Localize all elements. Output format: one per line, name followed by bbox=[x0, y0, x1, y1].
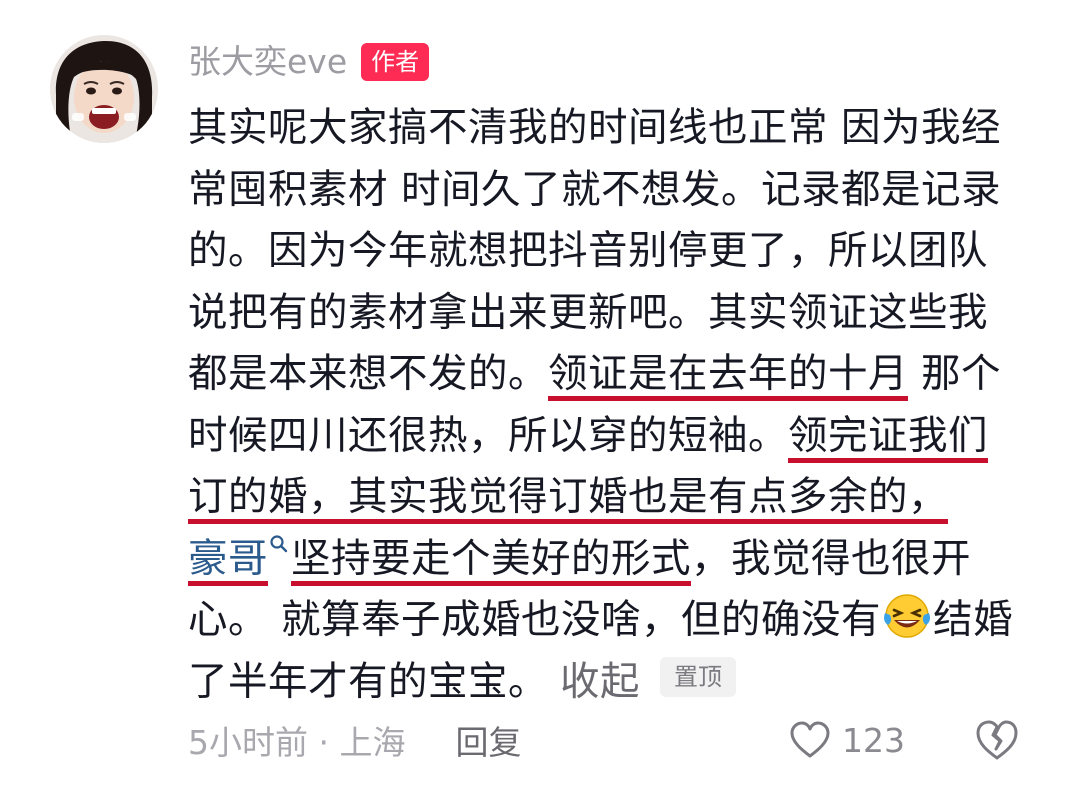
underlined-phrase: 领完证我们 bbox=[788, 412, 988, 459]
underlined-phrase: 订的婚，其实我觉得订婚也是有点多余的， bbox=[188, 474, 948, 520]
comment-line: 说把有的素材拿出来更新吧。其实领证这些我 bbox=[188, 283, 1068, 345]
author-badge: 作者 bbox=[361, 43, 430, 81]
comment-segment: 常囤积素材 时间久了就不想发。记录都是记录 bbox=[188, 166, 1002, 213]
broken-heart-icon bbox=[972, 714, 1022, 766]
comment-segment: 了半年才有的宝宝。 bbox=[188, 658, 548, 705]
like-count: 123 bbox=[842, 720, 905, 760]
heart-icon bbox=[788, 720, 832, 760]
author-row: 张大奕eve 作者 bbox=[188, 40, 430, 84]
comment-segment: ，我觉得也很开 bbox=[691, 535, 971, 582]
underlined-phrase: 领证是在去年的十月 bbox=[548, 351, 908, 397]
comment-line: 订的婚，其实我觉得订婚也是有点多余的， bbox=[188, 467, 1068, 529]
comment-line: 其实呢大家搞不清我的时间线也正常 因为我经 bbox=[188, 98, 1068, 160]
author-name[interactable]: 张大奕eve bbox=[188, 40, 347, 84]
comment-segment: 其实呢大家搞不清我的时间线也正常 因为我经 bbox=[188, 105, 1002, 151]
comment-line: 时候四川还很热，所以穿的短袖。领完证我们 bbox=[188, 406, 1068, 468]
comment-meta: 5小时前 · 上海 回复 bbox=[188, 716, 521, 764]
comment-line: 心。 就算奉子成婚也没啥，但的确没有 结婚 bbox=[188, 590, 1068, 652]
comment-text: 其实呢大家搞不清我的时间线也正常 因为我经 常囤积素材 时间久了就不想发。记录都… bbox=[188, 98, 1068, 713]
comment-segment: 心。 就算奉子成婚也没啥，但的确没有 bbox=[188, 597, 882, 643]
like-button[interactable]: 123 bbox=[788, 714, 905, 766]
comment-line: 都是本来想不发的。领证是在去年的十月 那个 bbox=[188, 344, 1068, 406]
collapse-button[interactable]: 收起 bbox=[560, 659, 640, 705]
comment-segment: 结婚 bbox=[933, 597, 1014, 643]
comment-segment: 都是本来想不发的。 bbox=[188, 351, 548, 397]
mention-link[interactable]: 豪哥 bbox=[188, 536, 268, 582]
laughing-tears-emoji-icon bbox=[882, 591, 932, 641]
search-icon[interactable] bbox=[269, 534, 289, 558]
comment-line: 了半年才有的宝宝。 收起 置顶 bbox=[188, 652, 1068, 714]
comment-line: 的。因为今年就想把抖音别停更了，所以团队 bbox=[188, 221, 1068, 283]
time-location: 5小时前 · 上海 bbox=[188, 723, 406, 762]
dislike-button[interactable] bbox=[972, 714, 1022, 766]
comment-line: 豪哥 坚持要走个美好的形式，我觉得也很开 bbox=[188, 529, 1068, 591]
comment-segment: 说把有的素材拿出来更新吧。其实领证这些我 bbox=[188, 289, 988, 336]
comment-line: 常囤积素材 时间久了就不想发。记录都是记录 bbox=[188, 160, 1068, 222]
comment-segment: 的。因为今年就想把抖音别停更了，所以团队 bbox=[188, 228, 988, 274]
comment-segment: 时候四川还很热，所以穿的短袖。 bbox=[188, 412, 788, 459]
reply-button[interactable]: 回复 bbox=[455, 716, 521, 764]
pinned-tag: 置顶 bbox=[660, 656, 736, 697]
underlined-phrase: 坚持要走个美好的形式 bbox=[291, 535, 691, 582]
comment-segment: 那个 bbox=[908, 351, 1002, 397]
avatar[interactable] bbox=[50, 35, 158, 143]
